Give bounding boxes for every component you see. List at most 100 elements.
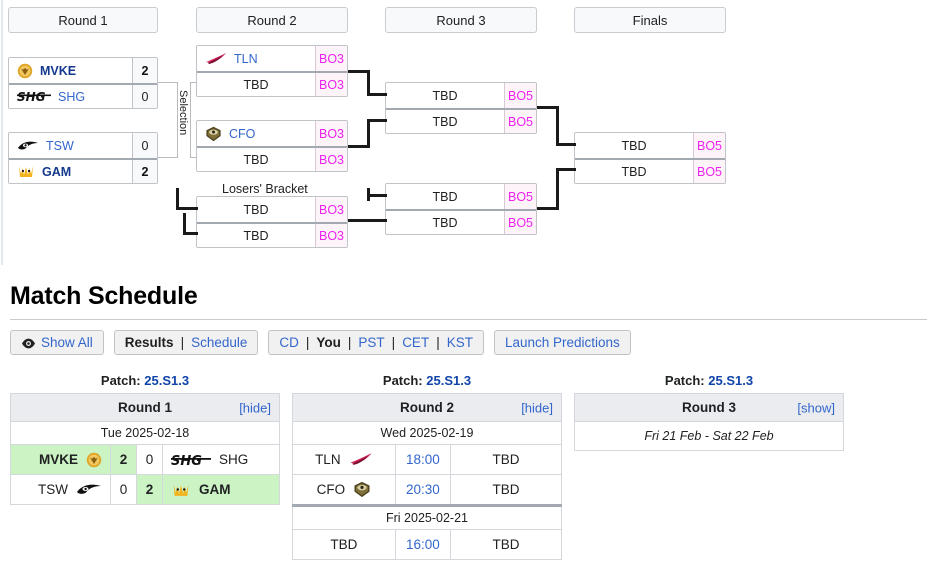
left-score: 0: [119, 482, 128, 497]
cfo-logo: [205, 126, 222, 142]
round-label: Round 3: [682, 400, 736, 415]
schedule-tab[interactable]: Schedule: [191, 335, 247, 350]
bracket-line: [158, 82, 178, 83]
match-schedule-section: Match Schedule Show All Results | Schedu…: [0, 272, 937, 560]
timezone-kst[interactable]: KST: [447, 335, 473, 350]
bracket-match-row[interactable]: GAM 2: [9, 158, 157, 183]
bracket-team-score: 2: [132, 160, 157, 183]
timezone-cet[interactable]: CET: [402, 335, 429, 350]
bracket-connector: [367, 119, 387, 122]
table-row[interactable]: MVKE 2 0 SHG SHG: [10, 444, 280, 475]
bracket-match-row[interactable]: SHG SHG 0: [9, 83, 157, 108]
bracket-match-row[interactable]: MVKE 2: [9, 58, 157, 83]
shg-logo: SHG: [171, 453, 211, 467]
bracket-match-row[interactable]: TBD BO5: [386, 209, 536, 234]
match-time[interactable]: 20:30: [396, 475, 450, 504]
bracket-match-row[interactable]: TLN BO3: [197, 46, 347, 71]
timezone-selector[interactable]: CD | You | PST | CET | KST: [268, 330, 484, 355]
launch-predictions-button[interactable]: Launch Predictions: [493, 330, 631, 355]
separator: |: [391, 335, 396, 350]
show-all-button[interactable]: Show All: [10, 330, 104, 355]
bracket-match-r1m2[interactable]: TSW 0 GAM 2: [8, 132, 158, 184]
selection-label: Selection: [177, 90, 189, 136]
separator: |: [436, 335, 440, 350]
bracket-match-row[interactable]: TBD BO5: [386, 184, 536, 209]
timezone-pst[interactable]: PST: [358, 335, 384, 350]
round-header-label: Round 3: [436, 12, 486, 28]
launch-predictions-label: Launch Predictions: [504, 335, 620, 350]
bracket-team-name: TBD: [621, 164, 647, 179]
bracket-team-name: TBD: [432, 189, 458, 204]
bracket-match-r3m2[interactable]: TBD BO5 TBD BO5: [385, 183, 537, 235]
gam-logo: [171, 482, 191, 498]
bracket-round-header-1: Round 1: [8, 7, 158, 33]
match-time[interactable]: 16:00: [396, 530, 450, 559]
bracket-match-r2m2[interactable]: CFO BO3 TBD BO3: [196, 120, 348, 172]
table-row[interactable]: TLN 18:00 TBD: [292, 444, 562, 475]
patch-label: Patch:: [664, 373, 705, 388]
round-header-label: Finals: [632, 12, 668, 28]
table-row[interactable]: TBD 16:00 TBD: [292, 529, 562, 560]
date-range-label: Fri 21 Feb - Sat 22 Feb: [644, 429, 774, 443]
bracket-bo-badge: BO3: [315, 73, 347, 96]
round-header-cell: Round 2 [hide]: [292, 393, 562, 422]
bracket-bo-badge: BO5: [504, 83, 536, 108]
bracket-match-row[interactable]: TSW 0: [9, 133, 157, 158]
bracket-match-r3m1[interactable]: TBD BO5 TBD BO5: [385, 82, 537, 134]
eye-icon: [21, 337, 36, 349]
bracket-match-row[interactable]: TBD BO3: [197, 222, 347, 247]
patch-value[interactable]: 25.S1.3: [144, 373, 189, 388]
right-team-cell: SHG SHG: [163, 445, 279, 474]
mvke-logo: [86, 452, 102, 468]
svg-text:SHG: SHG: [171, 454, 202, 467]
bracket-team-score: 0: [132, 85, 157, 108]
bracket-match-losers[interactable]: TBD BO3 TBD BO3: [196, 196, 348, 248]
bracket-bo-badge: BO5: [693, 133, 725, 158]
bracket-match-r1m1[interactable]: MVKE 2 SHG SHG 0: [8, 57, 158, 109]
hide-toggle[interactable]: [hide]: [521, 400, 553, 415]
bracket-team-slot: TBD: [386, 211, 504, 234]
bracket-team-name: TBD: [432, 215, 458, 230]
date-label: Fri 2025-02-21: [292, 504, 562, 530]
timezone-you[interactable]: You: [316, 335, 341, 350]
table-row[interactable]: TSW 0 2 GAM: [10, 474, 280, 505]
bracket-match-row[interactable]: TBD BO5: [386, 108, 536, 133]
timezone-cd[interactable]: CD: [279, 335, 299, 350]
bracket-match-row[interactable]: CFO BO3: [197, 121, 347, 146]
table-row[interactable]: CFO 20:30 TBD: [292, 474, 562, 506]
bracket-connector: [556, 106, 559, 145]
bracket-match-row[interactable]: TBD BO5: [386, 83, 536, 108]
patch-value[interactable]: 25.S1.3: [426, 373, 471, 388]
left-team-name: TSW: [38, 482, 68, 497]
bracket-connector: [367, 119, 370, 148]
patch-value[interactable]: 25.S1.3: [708, 373, 753, 388]
bracket-match-row[interactable]: TBD BO3: [197, 71, 347, 96]
cfo-logo: [353, 481, 371, 498]
bracket-match-row[interactable]: TBD BO5: [575, 133, 725, 158]
right-score: 0: [145, 452, 154, 467]
bracket-bo-badge: BO5: [504, 110, 536, 133]
bracket-match-finals[interactable]: TBD BO5 TBD BO5: [574, 132, 726, 184]
patch-label: Patch:: [100, 373, 141, 388]
results-schedule-toggle[interactable]: Results | Schedule: [113, 330, 259, 355]
bracket-match-row[interactable]: TBD BO5: [575, 158, 725, 183]
bracket-match-row[interactable]: TBD BO3: [197, 197, 347, 222]
separator: |: [347, 335, 352, 350]
bracket-bo-badge: BO3: [315, 148, 347, 171]
bracket-match-row[interactable]: TBD BO3: [197, 146, 347, 171]
hide-toggle[interactable]: [hide]: [239, 400, 271, 415]
show-toggle[interactable]: [show]: [797, 400, 835, 415]
right-team-name: SHG: [219, 452, 249, 467]
patch-line: Patch: 25.S1.3: [10, 373, 280, 393]
bracket-team-name: GAM: [42, 164, 72, 179]
round-header-label: Round 1: [58, 12, 108, 28]
bracket-team-slot: TBD: [197, 73, 315, 96]
bracket-round-header-3: Round 3: [385, 7, 537, 33]
patch-label: Patch:: [382, 373, 423, 388]
results-tab[interactable]: Results: [125, 335, 174, 350]
match-time[interactable]: 18:00: [396, 445, 450, 474]
separator: |: [180, 335, 185, 350]
left-score: 2: [119, 452, 128, 467]
bracket-connector: [556, 143, 576, 146]
bracket-match-r2m1[interactable]: TLN BO3 TBD BO3: [196, 45, 348, 97]
